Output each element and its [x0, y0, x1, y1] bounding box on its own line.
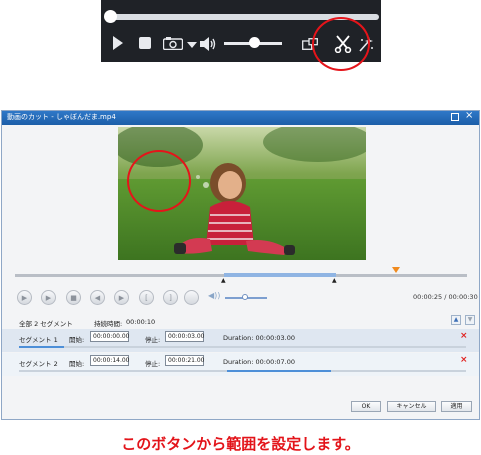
start-label: 開始:: [69, 360, 85, 368]
range-end-marker[interactable]: ▲: [332, 277, 337, 284]
progress-knob[interactable]: [104, 10, 117, 23]
segment-bar: [227, 370, 331, 372]
volume-knob[interactable]: [242, 294, 248, 300]
range-start-marker[interactable]: ▲: [221, 277, 226, 284]
timeline-selected-range: [224, 273, 336, 277]
play-icon: ▶: [21, 293, 28, 302]
clear-range-icon: [185, 291, 198, 304]
clear-range-button[interactable]: [184, 290, 199, 305]
segment-label: セグメント 1: [19, 336, 58, 344]
chevron-down-icon[interactable]: [187, 42, 197, 48]
highlight-circle: [312, 17, 370, 71]
segment-bar: [19, 346, 64, 348]
set-end-button[interactable]: ]: [163, 290, 178, 305]
cancel-button[interactable]: キャンセル: [387, 401, 436, 412]
stop-icon: ■: [70, 293, 77, 302]
segment-duration: Duration: 00:00:03.00: [223, 334, 296, 342]
duration-value: 00:00:10: [126, 318, 156, 326]
previous-frame-button[interactable]: ◀: [90, 290, 105, 305]
dialog-title: 動画のカット - しゃぼんだま.mp4: [7, 113, 116, 121]
segment-duration: Duration: 00:00:07.00: [223, 358, 296, 366]
stop-label: 停止:: [145, 336, 161, 344]
set-start-icon: [: [145, 293, 148, 302]
close-icon[interactable]: ×: [465, 110, 473, 121]
start-time-field[interactable]: 00:00:14.00: [90, 355, 130, 366]
volume-icon[interactable]: [200, 37, 216, 51]
move-down-button[interactable]: ▼: [465, 315, 475, 325]
duration-label: 持続時間:: [94, 320, 123, 328]
previous-frame-icon: ◀: [94, 293, 101, 302]
caption-text: このボタンから範囲を設定します。: [121, 435, 360, 453]
arrow-up-icon: ▲: [453, 316, 459, 323]
volume-icon[interactable]: ◀)): [208, 291, 220, 300]
start-time-field[interactable]: 00:00:00.00: [90, 331, 130, 342]
stop-time-field[interactable]: 00:00:21.00: [165, 355, 205, 366]
dialog-titlebar: 動画のカット - しゃぼんだま.mp4 ×: [2, 110, 479, 125]
highlight-circle: [127, 150, 191, 212]
set-start-button[interactable]: [: [139, 290, 154, 305]
ok-button[interactable]: OK: [351, 401, 381, 412]
set-end-icon: ]: [169, 293, 172, 302]
arrow-down-icon: ▼: [467, 316, 473, 323]
play-segment-button[interactable]: ▶: [41, 290, 56, 305]
apply-button[interactable]: 適用: [441, 401, 472, 412]
segment-row[interactable]: セグメント 1 開始: 00:00:00.00 停止: 00:00:03.00 …: [2, 329, 479, 352]
time-readout: 00:00:25 / 00:00:30: [413, 293, 478, 301]
maximize-icon[interactable]: [451, 113, 459, 121]
move-up-button[interactable]: ▲: [451, 315, 461, 325]
delete-segment-icon[interactable]: ×: [460, 331, 468, 341]
stop-time-field[interactable]: 00:00:03.00: [165, 331, 205, 342]
play-icon[interactable]: [113, 36, 123, 50]
playhead-marker[interactable]: [392, 267, 400, 273]
segment-label: セグメント 2: [19, 360, 58, 368]
stop-icon[interactable]: [139, 37, 151, 49]
start-label: 開始:: [69, 336, 85, 344]
play-segment-icon: ▶: [45, 293, 52, 302]
next-frame-icon: ▶: [118, 293, 125, 302]
next-frame-button[interactable]: ▶: [114, 290, 129, 305]
segment-row[interactable]: セグメント 2 開始: 00:00:14.00 停止: 00:00:21.00 …: [2, 353, 479, 376]
play-button[interactable]: ▶: [17, 290, 32, 305]
segment-bar-track: [19, 346, 466, 348]
segment-count: 全部 2 セグメント: [19, 320, 73, 328]
stop-button[interactable]: ■: [66, 290, 81, 305]
snapshot-icon[interactable]: [163, 37, 183, 50]
stop-label: 停止:: [145, 360, 161, 368]
delete-segment-icon[interactable]: ×: [460, 355, 468, 365]
volume-knob[interactable]: [249, 37, 260, 48]
cut-dialog: 動画のカット - しゃぼんだま.mp4 × ▲ ▲ ▶ ▶ ■ ◀ ▶ [] …: [1, 110, 480, 420]
